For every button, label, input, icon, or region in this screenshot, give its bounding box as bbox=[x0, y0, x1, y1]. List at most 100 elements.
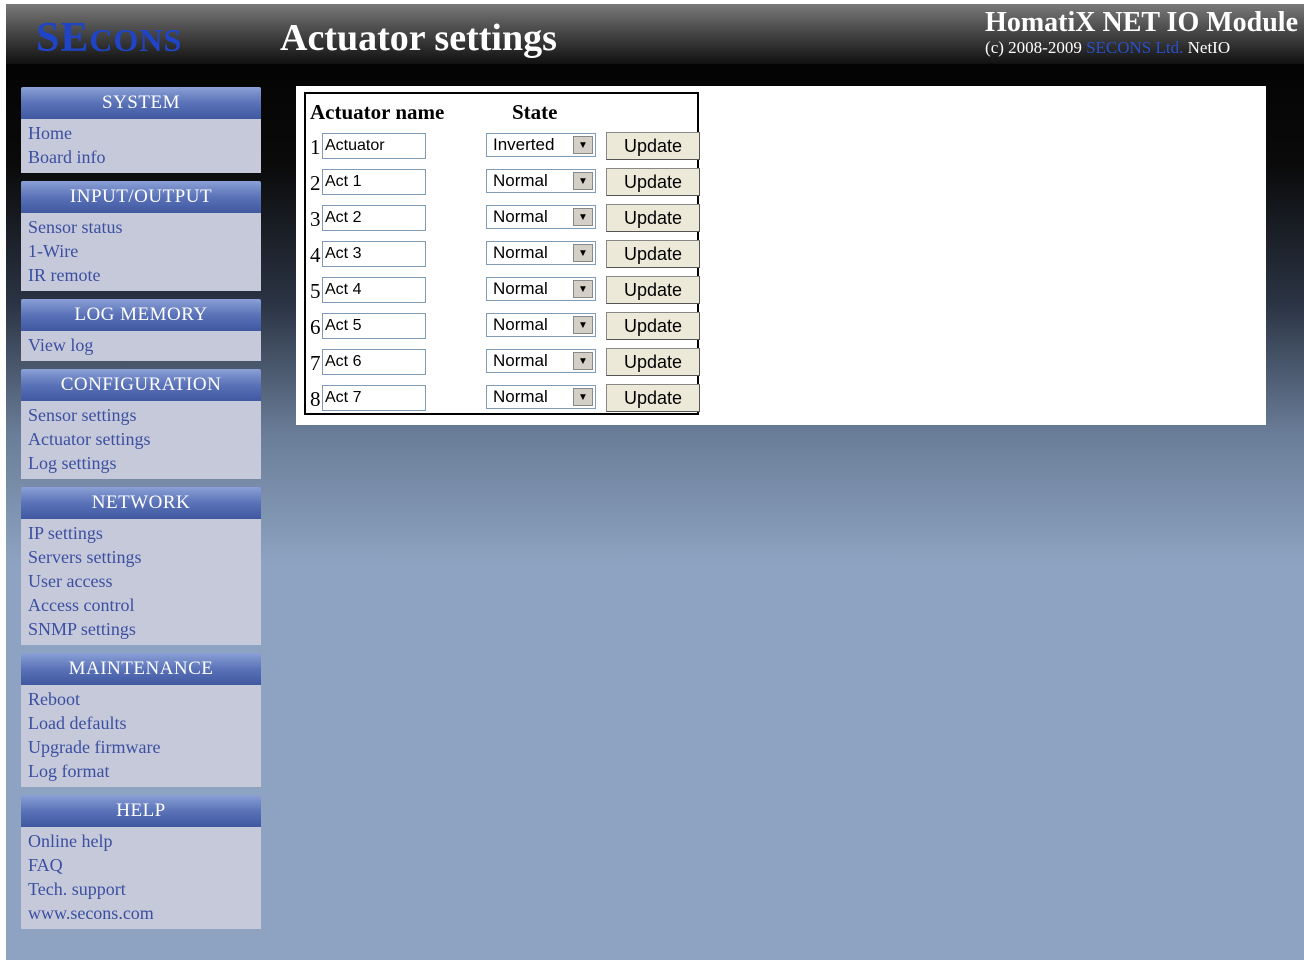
menu-item-load-defaults[interactable]: Load defaults bbox=[21, 711, 261, 735]
actuator-name-input[interactable] bbox=[322, 133, 426, 159]
menu-group-title: INPUT/OUTPUT bbox=[21, 181, 261, 213]
menu-item-access-control[interactable]: Access control bbox=[21, 593, 261, 617]
actuator-number: 7 bbox=[310, 351, 321, 375]
menu-group-system: SYSTEM Home Board info bbox=[21, 87, 261, 173]
menu-item-servers-settings[interactable]: Servers settings bbox=[21, 545, 261, 569]
chevron-down-icon[interactable]: ▼ bbox=[573, 244, 593, 262]
actuator-row: 5 Normal ▼ Update bbox=[310, 276, 700, 306]
menu-group-configuration: CONFIGURATION Sensor settings Actuator set… bbox=[21, 369, 261, 479]
update-button[interactable]: Update bbox=[606, 240, 700, 268]
sidebar-menu: SYSTEM Home Board info INPUT/OUTPUT Sensor s… bbox=[21, 87, 261, 937]
update-button[interactable]: Update bbox=[606, 204, 700, 232]
actuator-name-input[interactable] bbox=[322, 349, 426, 375]
menu-item-actuator-settings[interactable]: Actuator settings bbox=[21, 427, 261, 451]
menu-item-sensor-settings[interactable]: Sensor settings bbox=[21, 403, 261, 427]
actuator-name-input[interactable] bbox=[322, 241, 426, 267]
copyright: (c) 2008-2009 SECONS Ltd. NetIO bbox=[985, 38, 1298, 58]
update-button[interactable]: Update bbox=[606, 276, 700, 304]
chevron-down-icon[interactable]: ▼ bbox=[573, 208, 593, 226]
menu-group-title: SYSTEM bbox=[21, 87, 261, 119]
menu-item-1-wire[interactable]: 1-Wire bbox=[21, 239, 261, 263]
menu-group-title: LOG MEMORY bbox=[21, 299, 261, 331]
menu-item-board-info[interactable]: Board info bbox=[21, 145, 261, 169]
logo-text-main: SE bbox=[36, 15, 90, 61]
page: SECONS Actuator settings HomatiX NET IO … bbox=[6, 4, 1304, 960]
copyright-years: (c) 2008-2009 bbox=[985, 38, 1082, 57]
actuator-name-input[interactable] bbox=[322, 169, 426, 195]
state-select-value: Normal bbox=[493, 243, 548, 262]
column-header-state: State bbox=[512, 100, 558, 124]
state-select-value: Normal bbox=[493, 171, 548, 190]
menu-item-online-help[interactable]: Online help bbox=[21, 829, 261, 853]
menu-item-sensor-status[interactable]: Sensor status bbox=[21, 215, 261, 239]
state-select[interactable]: Inverted ▼ bbox=[486, 133, 596, 157]
menu-item-log-settings[interactable]: Log settings bbox=[21, 451, 261, 475]
menu-item-snmp-settings[interactable]: SNMP settings bbox=[21, 617, 261, 641]
menu-item-view-log[interactable]: View log bbox=[21, 333, 261, 357]
actuator-row: 2 Normal ▼ Update bbox=[310, 168, 700, 198]
menu-items: View log bbox=[21, 331, 261, 361]
chevron-down-icon[interactable]: ▼ bbox=[573, 136, 593, 154]
actuator-row: 8 Normal ▼ Update bbox=[310, 384, 700, 414]
menu-items: IP settings Servers settings User access Ac… bbox=[21, 519, 261, 645]
state-select[interactable]: Normal ▼ bbox=[486, 241, 596, 265]
actuator-name-input[interactable] bbox=[322, 205, 426, 231]
menu-group-title: CONFIGURATION bbox=[21, 369, 261, 401]
update-button[interactable]: Update bbox=[606, 312, 700, 340]
update-button[interactable]: Update bbox=[606, 348, 700, 376]
menu-group-title: MAINTENANCE bbox=[21, 653, 261, 685]
main-content: Actuator name State 1 Inverted ▼ Update 2 Nor… bbox=[296, 86, 1266, 425]
copyright-product: NetIO bbox=[1187, 38, 1231, 57]
menu-item-log-format[interactable]: Log format bbox=[21, 759, 261, 783]
actuator-number: 3 bbox=[310, 207, 321, 231]
actuator-table: Actuator name State 1 Inverted ▼ Update 2 Nor… bbox=[304, 92, 700, 415]
state-select[interactable]: Normal ▼ bbox=[486, 313, 596, 337]
product-title: HomatiX NET IO Module bbox=[985, 7, 1298, 38]
state-select[interactable]: Normal ▼ bbox=[486, 349, 596, 373]
copyright-brand-link[interactable]: SECONS Ltd. bbox=[1086, 38, 1183, 57]
menu-group-help: HELP Online help FAQ Tech. support www.secon… bbox=[21, 795, 261, 929]
state-select-value: Normal bbox=[493, 315, 548, 334]
menu-item-upgrade-firmware[interactable]: Upgrade firmware bbox=[21, 735, 261, 759]
chevron-down-icon[interactable]: ▼ bbox=[573, 280, 593, 298]
menu-item-www-secons-com[interactable]: www.secons.com bbox=[21, 901, 261, 925]
menu-items: Reboot Load defaults Upgrade firmware Log f… bbox=[21, 685, 261, 787]
menu-item-faq[interactable]: FAQ bbox=[21, 853, 261, 877]
menu-item-reboot[interactable]: Reboot bbox=[21, 687, 261, 711]
chevron-down-icon[interactable]: ▼ bbox=[573, 352, 593, 370]
chevron-down-icon[interactable]: ▼ bbox=[573, 172, 593, 190]
state-select[interactable]: Normal ▼ bbox=[486, 169, 596, 193]
secons-logo[interactable]: SECONS bbox=[36, 14, 182, 64]
actuator-name-input[interactable] bbox=[322, 385, 426, 411]
state-select-value: Normal bbox=[493, 351, 548, 370]
state-select[interactable]: Normal ▼ bbox=[486, 277, 596, 301]
actuator-number: 6 bbox=[310, 315, 321, 339]
update-button[interactable]: Update bbox=[606, 168, 700, 196]
state-select[interactable]: Normal ▼ bbox=[486, 205, 596, 229]
actuator-number: 8 bbox=[310, 387, 321, 411]
chevron-down-icon[interactable]: ▼ bbox=[573, 388, 593, 406]
menu-item-user-access[interactable]: User access bbox=[21, 569, 261, 593]
menu-items: Online help FAQ Tech. support www.secons.co… bbox=[21, 827, 261, 929]
menu-item-ip-settings[interactable]: IP settings bbox=[21, 521, 261, 545]
menu-item-tech-support[interactable]: Tech. support bbox=[21, 877, 261, 901]
logo-text-small: C bbox=[89, 22, 114, 58]
actuator-row: 3 Normal ▼ Update bbox=[310, 204, 700, 234]
menu-item-home[interactable]: Home bbox=[21, 121, 261, 145]
actuator-row: 1 Inverted ▼ Update bbox=[310, 132, 700, 162]
state-select-value: Inverted bbox=[493, 135, 555, 154]
update-button[interactable]: Update bbox=[606, 384, 700, 412]
menu-group-maintenance: MAINTENANCE Reboot Load defaults Upgrade fi… bbox=[21, 653, 261, 787]
chevron-down-icon[interactable]: ▼ bbox=[573, 316, 593, 334]
actuator-name-input[interactable] bbox=[322, 313, 426, 339]
state-select[interactable]: Normal ▼ bbox=[486, 385, 596, 409]
actuator-number: 2 bbox=[310, 171, 321, 195]
page-title: Actuator settings bbox=[280, 17, 557, 59]
menu-item-ir-remote[interactable]: IR remote bbox=[21, 263, 261, 287]
header-bar: SECONS Actuator settings HomatiX NET IO … bbox=[6, 4, 1304, 64]
actuator-name-input[interactable] bbox=[322, 277, 426, 303]
actuator-row: 6 Normal ▼ Update bbox=[310, 312, 700, 342]
menu-group-input-output: INPUT/OUTPUT Sensor status 1-Wire IR remote bbox=[21, 181, 261, 291]
actuator-row: 7 Normal ▼ Update bbox=[310, 348, 700, 378]
update-button[interactable]: Update bbox=[606, 132, 700, 160]
